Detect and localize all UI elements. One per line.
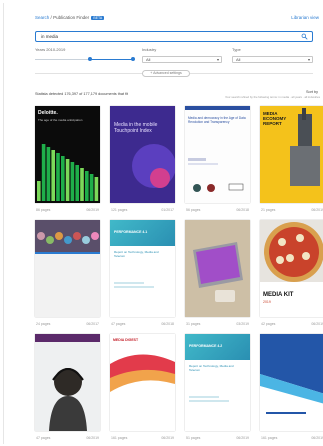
page-count: 42 pages: [261, 322, 276, 326]
page-count: 51 pages: [186, 436, 201, 440]
sort-by-control[interactable]: Sort by: [306, 90, 318, 94]
breadcrumb-current: Publication Finder: [53, 15, 90, 20]
publication-cover[interactable]: [260, 334, 323, 431]
publication-cover[interactable]: [35, 220, 100, 317]
publication-card[interactable]: Media and democracy in the Age of Data R…: [185, 106, 250, 214]
page-count: 56 pages: [186, 208, 201, 212]
slider-handle-end[interactable]: [131, 57, 135, 61]
chevron-down-icon: ▾: [307, 57, 310, 62]
publication-card[interactable]: MEDIA ECONOMY REPORT 21 pages 06/2019: [260, 106, 323, 214]
page-count: 86 pages: [36, 208, 51, 212]
breadcrumb-home-link[interactable]: Search: [35, 15, 49, 20]
publication-date: 06/2019: [311, 322, 323, 326]
result-count: Statista detected 176,397 of 177,179 doc…: [35, 92, 129, 96]
cover-title: MEDIA KIT: [263, 292, 294, 298]
publication-card[interactable]: PERFORMANCE 4.2 Report on Technology, Med…: [185, 334, 250, 442]
slider-handle-start[interactable]: [88, 57, 92, 61]
publication-date: 06/2018: [161, 322, 174, 326]
publication-card[interactable]: MEDIA KIT 2019 42 pages 06/2019: [260, 220, 323, 328]
page-count: 47 pages: [111, 322, 126, 326]
publication-cover[interactable]: Media in the mobile Touchpoint Index: [110, 106, 175, 203]
type-label: Type: [232, 47, 241, 52]
beta-badge: BETA: [91, 16, 105, 20]
publication-card[interactable]: Media in the mobile Touchpoint Index 121 …: [110, 106, 175, 214]
industry-value: All: [146, 57, 151, 62]
publication-cover[interactable]: MEDIA ECONOMY REPORT: [260, 106, 323, 203]
librarian-view-link[interactable]: Librarian view: [291, 15, 319, 20]
type-value: All: [236, 57, 241, 62]
breadcrumb: Search / Publication Finder BETA: [35, 15, 105, 20]
publication-date: 06/2018: [236, 208, 249, 212]
years-slider[interactable]: [35, 57, 135, 63]
result-summary: Your search refined by the following ter…: [224, 95, 320, 99]
publication-date: 03/2019: [236, 322, 249, 326]
search-box: [35, 31, 313, 42]
industry-label: Industry: [142, 47, 157, 52]
publication-date: 06/2019: [86, 208, 99, 212]
page-count: 47 pages: [36, 436, 51, 440]
chevron-down-icon: ▾: [216, 57, 219, 62]
publication-cover[interactable]: [35, 334, 100, 431]
cover-title: Deloitte.: [38, 110, 58, 116]
publication-cover[interactable]: PERFORMANCE 4.1 Report on Technology, Med…: [110, 220, 175, 317]
publication-card[interactable]: PERFORMANCE 4.1 Report on Technology, Med…: [110, 220, 175, 328]
publication-date: 06/2019: [311, 208, 323, 212]
search-icon[interactable]: [301, 33, 308, 40]
page-count: 24 pages: [36, 322, 51, 326]
publication-cover[interactable]: MEDIA DIGEST: [110, 334, 175, 431]
publication-cover[interactable]: PERFORMANCE 4.2 Report on Technology, Med…: [185, 334, 250, 431]
publication-cover[interactable]: Deloitte. The age of the media anticipati…: [35, 106, 100, 203]
publication-cover[interactable]: Media and democracy in the Age of Data R…: [185, 106, 250, 203]
publication-card[interactable]: 31 pages 03/2019: [185, 220, 250, 328]
cover-title: MEDIA ECONOMY REPORT: [263, 111, 287, 126]
publication-date: 06/2017: [86, 322, 99, 326]
publication-card[interactable]: 161 pages 06/2019: [260, 334, 323, 442]
publication-card[interactable]: 24 pages 06/2017: [35, 220, 100, 328]
page-count: 31 pages: [186, 322, 201, 326]
page-count: 161 pages: [261, 436, 278, 440]
publication-card[interactable]: 47 pages 06/2019: [35, 334, 100, 442]
publication-card[interactable]: MEDIA DIGEST 161 pages 06/2019: [110, 334, 175, 442]
type-select[interactable]: All ▾: [232, 56, 313, 63]
publication-date: 06/2019: [311, 436, 323, 440]
cover-title: Media in the mobile Touchpoint Index: [114, 122, 158, 134]
publication-cover[interactable]: MEDIA KIT 2019: [260, 220, 323, 317]
cover-subtitle: 2019: [263, 300, 271, 304]
publication-date: 06/2019: [236, 436, 249, 440]
advanced-settings-button[interactable]: + Advanced settings: [142, 70, 190, 77]
publication-date: 01/2017: [161, 208, 174, 212]
page-count: 121 pages: [111, 208, 128, 212]
years-label: Years 2010-2019: [35, 47, 66, 52]
page-count: 21 pages: [261, 208, 276, 212]
industry-select[interactable]: All ▾: [142, 56, 222, 63]
publication-cover[interactable]: [185, 220, 250, 317]
publication-date: 06/2019: [161, 436, 174, 440]
cover-subtitle: The age of the media anticipation: [38, 118, 83, 122]
publication-date: 06/2019: [86, 436, 99, 440]
breadcrumb-separator: /: [50, 15, 52, 20]
page-count: 161 pages: [111, 436, 128, 440]
slider-fill: [90, 59, 133, 60]
publication-card[interactable]: Deloitte. The age of the media anticipati…: [35, 106, 100, 214]
search-input[interactable]: [41, 32, 291, 41]
